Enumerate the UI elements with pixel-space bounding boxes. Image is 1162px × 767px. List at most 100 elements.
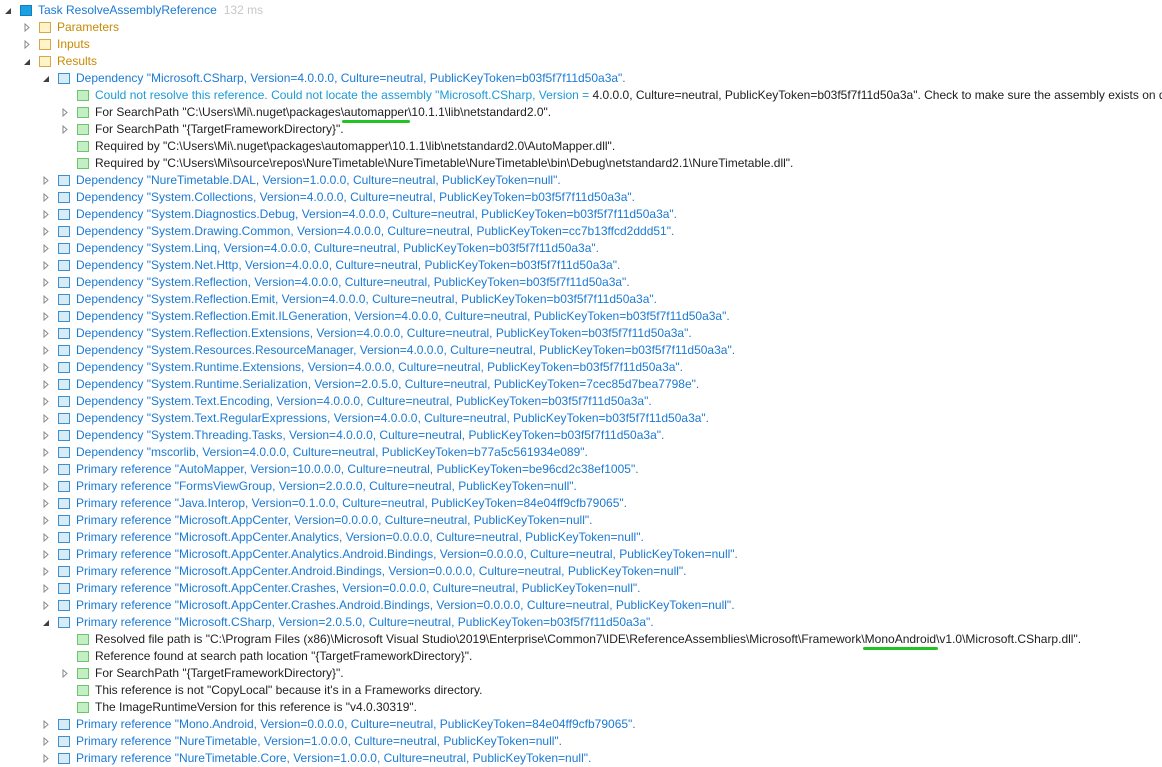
tree-row-label: Primary reference "Microsoft.AppCenter, … [76,512,592,529]
expand-arrow-icon[interactable] [40,529,52,546]
expand-arrow-icon[interactable] [40,393,52,410]
tree-row[interactable]: Dependency "System.Reflection, Version=4… [40,274,630,291]
tree-row[interactable]: Dependency "mscorlib, Version=4.0.0.0, C… [40,444,588,461]
dependency-icon [58,328,70,339]
expand-arrow-icon[interactable] [40,750,52,767]
expand-arrow-icon[interactable] [40,495,52,512]
tree-row[interactable]: For SearchPath "C:\Users\Mi\.nuget\packa… [59,104,551,121]
expand-arrow-icon[interactable] [40,325,52,342]
tree-row[interactable]: Dependency "System.Runtime.Serialization… [40,376,699,393]
expand-arrow-icon[interactable] [40,733,52,750]
tree-row[interactable]: Reference found at search path location … [59,648,472,665]
expand-arrow-icon[interactable] [40,308,52,325]
tree-row[interactable]: This reference is not "CopyLocal" becaus… [59,682,482,699]
expand-arrow-icon[interactable] [40,359,52,376]
tree-row[interactable]: Dependency "System.Drawing.Common, Versi… [40,223,674,240]
expand-arrow-icon[interactable] [40,546,52,563]
tree-row[interactable]: Dependency "System.Resources.ResourceMan… [40,342,735,359]
expand-arrow-icon[interactable] [59,121,71,138]
tree-row[interactable]: Results [21,53,97,70]
tree-row[interactable]: Required by "C:\Users\Mi\source\repos\Nu… [59,155,793,172]
dependency-icon [58,736,70,747]
expand-arrow-icon[interactable] [40,291,52,308]
tree-row[interactable]: Primary reference "Java.Interop, Version… [40,495,627,512]
expand-arrow-icon[interactable] [40,172,52,189]
row-text: Primary reference "NureTimetable.Core, V… [76,751,592,765]
tree-row[interactable]: Primary reference "Microsoft.CSharp, Ver… [40,614,654,631]
row-text: Primary reference "Microsoft.AppCenter, … [76,513,593,527]
expand-arrow-icon[interactable] [40,274,52,291]
expand-arrow-icon[interactable] [40,427,52,444]
expand-arrow-icon[interactable] [40,376,52,393]
tree-row[interactable]: Resolved file path is "C:\Program Files … [59,631,1081,648]
tree-row[interactable]: Dependency "Microsoft.CSharp, Version=4.… [40,70,626,87]
expand-arrow-icon[interactable] [59,104,71,121]
message-icon [77,651,89,662]
collapse-arrow-icon[interactable] [40,614,52,631]
tree-row[interactable]: The ImageRuntimeVersion for this referen… [59,699,417,716]
expand-arrow-icon[interactable] [40,597,52,614]
expand-arrow-icon[interactable] [40,563,52,580]
highlighted-text: MonoAndroid [864,632,937,646]
tree-row[interactable]: Primary reference "Microsoft.AppCenter.A… [40,546,738,563]
tree-row[interactable]: Primary reference "Mono.Android, Version… [40,716,636,733]
expand-arrow-icon[interactable] [40,223,52,240]
tree-row[interactable]: Dependency "System.Text.RegularExpressio… [40,410,709,427]
tree-row[interactable]: Dependency "System.Runtime.Extensions, V… [40,359,683,376]
collapse-arrow-icon[interactable] [2,2,14,19]
tree-row[interactable]: Dependency "System.Reflection.Emit, Vers… [40,291,657,308]
tree-row[interactable]: Primary reference "Microsoft.AppCenter.A… [40,563,687,580]
tree-row[interactable]: Primary reference "Microsoft.AppCenter.A… [40,529,644,546]
tree-row[interactable]: Primary reference "NureTimetable.Core, V… [40,750,591,767]
expand-arrow-icon[interactable] [40,512,52,529]
collapse-arrow-icon[interactable] [21,53,33,70]
dependency-icon [58,413,70,424]
tree-row[interactable]: Dependency "System.Net.Http, Version=4.0… [40,257,620,274]
tree-row[interactable]: Dependency "System.Diagnostics.Debug, Ve… [40,206,677,223]
tree-row[interactable]: Primary reference "FormsViewGroup, Versi… [40,478,577,495]
tree-row[interactable]: Dependency "System.Reflection.Extensions… [40,325,692,342]
tree-row[interactable]: Dependency "System.Reflection.Emit.ILGen… [40,308,730,325]
tree-row[interactable]: Primary reference "Microsoft.AppCenter, … [40,512,592,529]
expand-arrow-icon[interactable] [40,478,52,495]
tree-row[interactable]: Primary reference "Microsoft.AppCenter.C… [40,597,735,614]
tree-row[interactable]: Dependency "System.Linq, Version=4.0.0.0… [40,240,599,257]
expand-arrow-icon[interactable] [40,716,52,733]
message-icon [77,158,89,169]
tree-row[interactable]: Primary reference "NureTimetable, Versio… [40,733,562,750]
expand-arrow-icon[interactable] [40,240,52,257]
tree-row[interactable]: Primary reference "Microsoft.AppCenter.C… [40,580,640,597]
expand-arrow-icon[interactable] [59,665,71,682]
tree-row[interactable]: Primary reference "AutoMapper, Version=1… [40,461,639,478]
expand-arrow-icon[interactable] [40,206,52,223]
tree-row[interactable]: Required by "C:\Users\Mi\.nuget\packages… [59,138,615,155]
tree-row[interactable]: For SearchPath "{TargetFrameworkDirector… [59,665,344,682]
expand-arrow-icon[interactable] [40,410,52,427]
tree-row[interactable]: Dependency "System.Threading.Tasks, Vers… [40,427,664,444]
tree-row[interactable]: Could not resolve this reference. Could … [59,87,1162,104]
expand-arrow-icon[interactable] [40,580,52,597]
tree-row[interactable]: Task ResolveAssemblyReference 132 ms [2,2,263,19]
message-icon [77,124,89,135]
tree-row-label: Dependency "Microsoft.CSharp, Version=4.… [76,70,626,87]
expand-arrow-icon[interactable] [40,444,52,461]
tree-row-label: The ImageRuntimeVersion for this referen… [95,699,417,716]
tree-row[interactable]: Parameters [21,19,119,36]
collapse-arrow-icon[interactable] [40,70,52,87]
tree-row[interactable]: Dependency "NureTimetable.DAL, Version=1… [40,172,561,189]
expand-arrow-icon[interactable] [40,461,52,478]
tree-row[interactable]: For SearchPath "{TargetFrameworkDirector… [59,121,344,138]
tree-row[interactable]: Inputs [21,36,90,53]
tree-row[interactable]: Dependency "System.Text.Encoding, Versio… [40,393,652,410]
row-text: Dependency "System.Runtime.Extensions, V… [76,360,684,374]
expand-arrow-icon[interactable] [40,189,52,206]
tree-row[interactable]: Dependency "System.Collections, Version=… [40,189,635,206]
expand-arrow-icon[interactable] [21,36,33,53]
expand-arrow-icon[interactable] [40,257,52,274]
tree-row-label: Dependency "NureTimetable.DAL, Version=1… [76,172,561,189]
expand-arrow-icon[interactable] [40,342,52,359]
row-text: Dependency "System.Collections, Version=… [76,190,635,204]
row-text: Dependency "System.Resources.ResourceMan… [76,343,736,357]
text-segment: For SearchPath "C:\Users\Mi\.nuget\packa… [95,105,345,119]
expand-arrow-icon[interactable] [21,19,33,36]
